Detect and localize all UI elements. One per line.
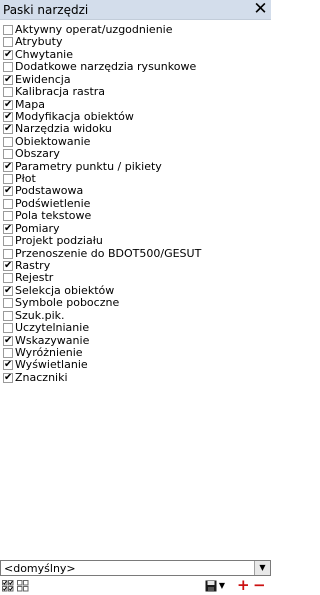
toolbar-item-label: Narzędzia widoku bbox=[15, 122, 112, 136]
toolbar-item-label: Symbole poboczne bbox=[15, 296, 120, 310]
uncheck-all-icon[interactable] bbox=[17, 580, 29, 592]
toolbar-checkbox[interactable] bbox=[3, 347, 13, 358]
toolbar-item-label: Obiektowanie bbox=[15, 134, 91, 148]
toolbar-checkbox[interactable]: ✔ bbox=[3, 360, 13, 371]
toolbar-item-label: Projekt podziału bbox=[15, 234, 103, 248]
remove-icon[interactable]: − bbox=[253, 578, 266, 593]
toolbar-checkbox[interactable] bbox=[3, 87, 13, 98]
toolbar-list: Aktywny operat/uzgodnienie Atrybuty ✔ Chwyt… bbox=[0, 24, 271, 384]
toolbar-item-label: Mapa bbox=[15, 97, 45, 111]
toolbar-list-item[interactable]: ✔ Parametry punktu / pikiety bbox=[0, 159, 271, 173]
toolbar-item-label: Modyfikacja obiektów bbox=[15, 109, 134, 123]
toolbar-item-label: Płot bbox=[15, 172, 36, 186]
window-title: Paski narzędzi bbox=[3, 3, 89, 17]
toolbar-checkbox[interactable] bbox=[3, 198, 13, 209]
toolbar-item-label: Wskazywanie bbox=[15, 333, 90, 347]
toolbar-checkbox[interactable]: ✔ bbox=[3, 111, 13, 122]
toolbar-checkbox[interactable]: ✔ bbox=[3, 372, 13, 383]
toolbar-item-label: Uczytelnianie bbox=[15, 321, 90, 335]
toolbar-list-item[interactable]: ✔ Znaczniki bbox=[0, 370, 271, 384]
toolbar-list-item[interactable]: Dodatkowe narzędzia rysunkowe bbox=[0, 61, 271, 73]
toolbar-item-label: Pomiary bbox=[15, 221, 60, 235]
toolbar-checkbox[interactable]: ✔ bbox=[3, 261, 13, 272]
toolbar-item-label: Ewidencja bbox=[15, 72, 71, 86]
toolbar-list-item[interactable]: ✔ Wyświetlanie bbox=[0, 359, 271, 371]
toolbar-item-label: Rejestr bbox=[15, 271, 54, 285]
toolbar-list-item[interactable]: Obszary bbox=[0, 148, 271, 160]
toolbar-item-label: Chwytanie bbox=[15, 47, 74, 61]
toolbar-item-label: Aktywny operat/uzgodnienie bbox=[15, 23, 173, 36]
toolbar-list-item[interactable]: Symbole poboczne bbox=[0, 297, 271, 309]
save-icon[interactable] bbox=[205, 580, 217, 592]
toolbar-checkbox[interactable] bbox=[3, 273, 13, 284]
toolbar-checkbox[interactable] bbox=[3, 298, 13, 309]
dropdown-arrow-icon[interactable]: ▼ bbox=[218, 580, 226, 592]
toolbar-checkbox[interactable] bbox=[3, 136, 13, 147]
toolbar-item-label: Parametry punktu / pikiety bbox=[15, 159, 162, 173]
toolbar-item-label: Podświetlenie bbox=[15, 196, 91, 210]
close-button[interactable]: ✕ bbox=[251, 1, 270, 19]
toolbar-item-label: Podstawowa bbox=[15, 184, 84, 198]
chevron-down-icon[interactable]: ▼ bbox=[254, 561, 270, 575]
toolbar-item-label: Znaczniki bbox=[15, 370, 68, 384]
toolbar-checkbox[interactable]: ✔ bbox=[3, 223, 13, 234]
toolbar-list-item[interactable]: Projekt podziału bbox=[0, 235, 271, 247]
toolbar-list-item[interactable]: ✔ Narzędzia widoku bbox=[0, 123, 271, 135]
toolbar-checkbox[interactable]: ✔ bbox=[3, 49, 13, 60]
toolbar-item-label: Selekcja obiektów bbox=[15, 283, 115, 297]
check-all-icon[interactable] bbox=[2, 580, 14, 592]
toolbar-checkbox[interactable]: ✔ bbox=[3, 74, 13, 85]
toolbar-checkbox[interactable] bbox=[3, 248, 13, 259]
toolbar-checkbox[interactable] bbox=[3, 25, 13, 35]
toolbar-item-label: Przenoszenie do BDOT500/GESUT bbox=[15, 246, 202, 260]
toolbar-list-item[interactable]: Atrybuty bbox=[0, 36, 271, 48]
profile-select-value: <domyślny> bbox=[4, 562, 76, 575]
toolbar-list-item[interactable]: Kalibracja rastra bbox=[0, 86, 271, 98]
bottom-toolbar: ▼ + − bbox=[0, 578, 271, 595]
toolbar-checkbox[interactable]: ✔ bbox=[3, 186, 13, 197]
add-icon[interactable]: + bbox=[237, 578, 250, 593]
toolbar-checkbox[interactable] bbox=[3, 310, 13, 321]
title-bar: Paski narzędzi ✕ bbox=[0, 0, 271, 20]
toolbar-checkbox[interactable]: ✔ bbox=[3, 99, 13, 110]
toolbar-checkbox[interactable]: ✔ bbox=[3, 124, 13, 135]
toolbar-item-label: Wyróżnienie bbox=[15, 345, 83, 359]
toolbar-checkbox[interactable] bbox=[3, 236, 13, 247]
profile-select[interactable]: <domyślny> ▼ bbox=[0, 560, 271, 576]
toolbar-checkbox[interactable] bbox=[3, 174, 13, 185]
toolbar-checkbox[interactable] bbox=[3, 37, 13, 48]
toolbar-item-label: Rastry bbox=[15, 259, 51, 273]
toolbar-item-label: Dodatkowe narzędzia rysunkowe bbox=[15, 60, 197, 74]
toolbar-checkbox[interactable] bbox=[3, 211, 13, 222]
toolbar-item-label: Szuk.pik. bbox=[15, 308, 65, 322]
toolbar-checkbox[interactable]: ✔ bbox=[3, 335, 13, 346]
toolbar-list-item[interactable]: Rejestr bbox=[0, 272, 271, 284]
toolbar-checkbox[interactable] bbox=[3, 62, 13, 73]
toolbar-item-label: Pola tekstowe bbox=[15, 209, 92, 223]
toolbar-item-label: Kalibracja rastra bbox=[15, 85, 106, 99]
toolbar-item-label: Wyświetlanie bbox=[15, 358, 88, 372]
toolbar-checkbox[interactable] bbox=[3, 323, 13, 334]
toolbar-checkbox[interactable]: ✔ bbox=[3, 285, 13, 296]
toolbar-list-item[interactable]: Uczytelnianie bbox=[0, 322, 271, 334]
toolbar-item-label: Atrybuty bbox=[15, 35, 63, 49]
toolbar-checkbox[interactable]: ✔ bbox=[3, 161, 13, 172]
toolbar-checkbox[interactable] bbox=[3, 149, 13, 160]
toolbar-list-item[interactable]: Pola tekstowe bbox=[0, 210, 271, 222]
toolbar-item-label: Obszary bbox=[15, 147, 60, 161]
